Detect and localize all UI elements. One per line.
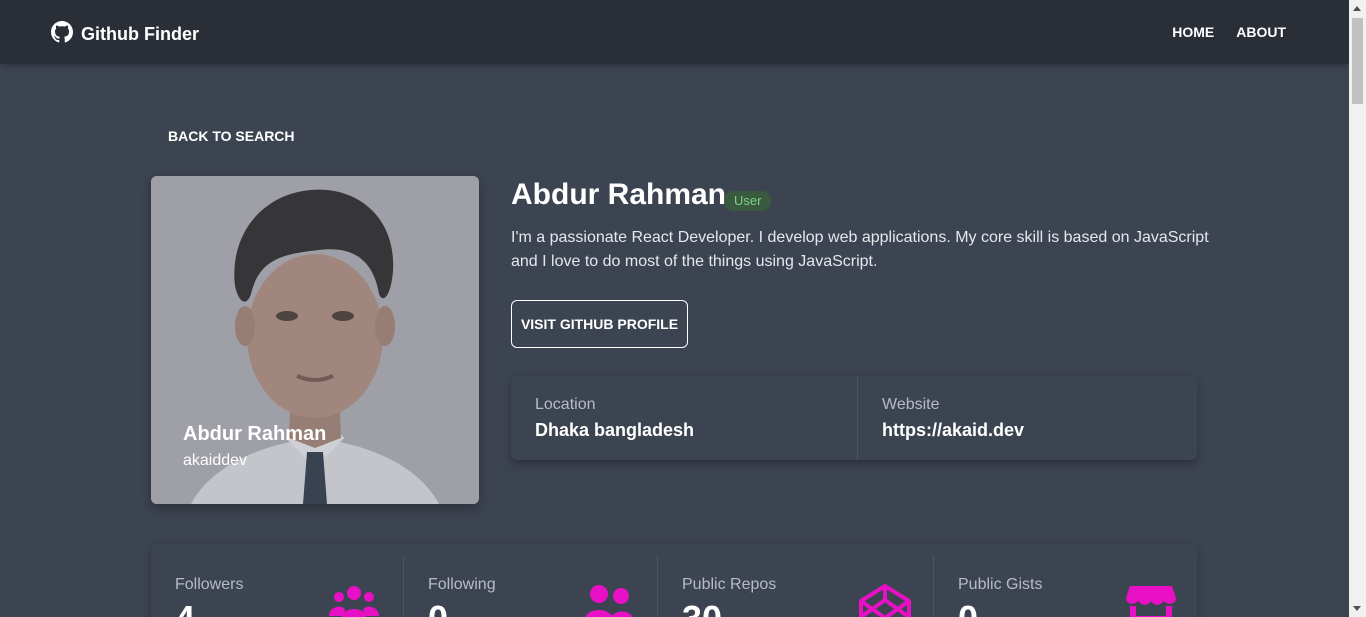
- location-value: Dhaka bangladesh: [535, 420, 695, 440]
- stat-public-gists: Public Gists 0: [933, 556, 1197, 617]
- followers-label: Followers: [175, 576, 244, 593]
- repos-label: Public Repos: [682, 576, 777, 593]
- stat-public-repos: Public Repos 30: [657, 556, 933, 617]
- repos-value: 30: [682, 598, 722, 617]
- stat-following: Following 0: [403, 556, 657, 617]
- scroll-down-arrow-icon[interactable]: [1353, 606, 1361, 611]
- navbar: Github Finder HOME ABOUT: [0, 0, 1349, 64]
- nav-home-link[interactable]: HOME: [1172, 24, 1214, 40]
- brand[interactable]: Github Finder: [51, 21, 199, 48]
- nav-about-link[interactable]: ABOUT: [1236, 24, 1286, 40]
- avatar-card: Abdur Rahman akaiddev: [151, 176, 479, 504]
- back-to-search-button[interactable]: BACK TO SEARCH: [168, 128, 295, 144]
- stat-followers: Followers 4: [151, 556, 403, 617]
- profile-name: Abdur Rahman: [511, 178, 727, 211]
- nav-links: HOME ABOUT: [1172, 24, 1286, 40]
- avatar-login: akaiddev: [183, 452, 248, 469]
- user-type-badge: User: [724, 191, 772, 211]
- page-scrollbar[interactable]: [1349, 0, 1366, 617]
- github-icon: [51, 21, 73, 48]
- avatar-name: Abdur Rahman: [183, 423, 327, 445]
- website-label: Website: [882, 396, 940, 413]
- info-box: Location Dhaka bangladesh Website https:…: [511, 376, 1197, 460]
- users-icon: [329, 584, 379, 617]
- website-link[interactable]: https://akaid.dev: [882, 420, 1024, 441]
- following-value: 0: [428, 598, 448, 617]
- location-label: Location: [535, 396, 596, 413]
- store-icon: [1126, 584, 1176, 617]
- codepen-icon: [858, 584, 912, 617]
- scroll-up-arrow-icon[interactable]: [1353, 6, 1361, 11]
- location-item: Location Dhaka bangladesh: [511, 376, 857, 460]
- website-item: Website https://akaid.dev: [857, 376, 1197, 460]
- user-friends-icon: [584, 584, 634, 617]
- gists-value: 0: [958, 598, 978, 617]
- gists-label: Public Gists: [958, 576, 1043, 593]
- profile-bio: I'm a passionate React Developer. I deve…: [511, 229, 1209, 270]
- stats-panel: Followers 4 Following 0 Public Rep: [151, 544, 1197, 617]
- followers-value: 4: [175, 598, 195, 617]
- scroll-thumb[interactable]: [1352, 18, 1363, 104]
- visit-github-profile-button[interactable]: VISIT GITHUB PROFILE: [511, 300, 688, 348]
- following-label: Following: [428, 576, 496, 593]
- brand-title: Github Finder: [81, 24, 199, 44]
